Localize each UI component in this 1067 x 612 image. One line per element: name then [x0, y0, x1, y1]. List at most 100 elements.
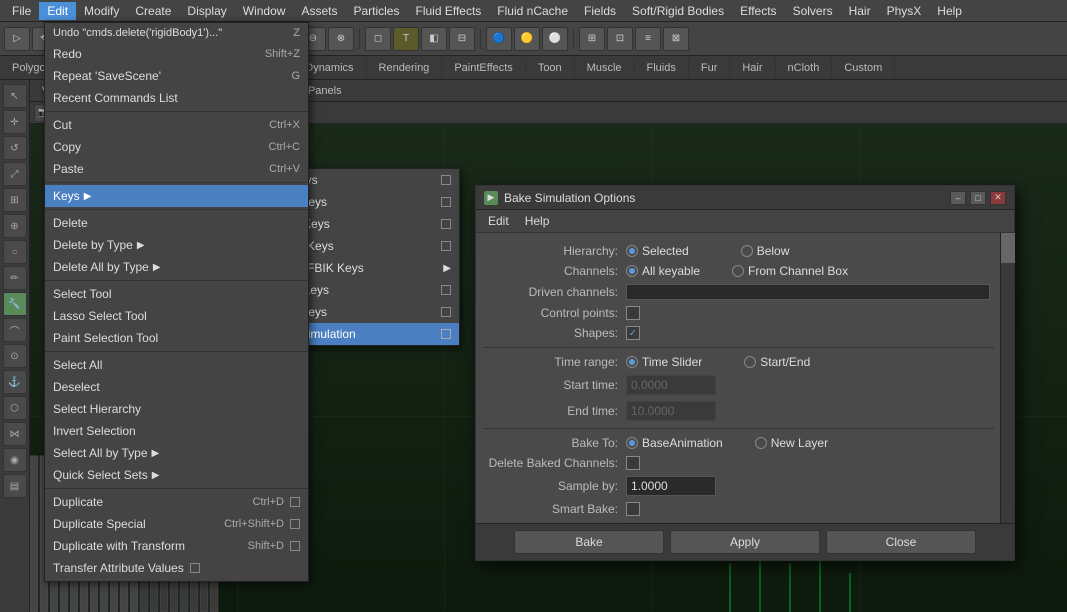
menu-delete[interactable]: Delete [45, 212, 308, 234]
menu-fluid-effects[interactable]: Fluid Effects [407, 2, 489, 20]
menu-paint-selection[interactable]: Paint Selection Tool [45, 327, 308, 349]
snap-keys-option[interactable] [441, 307, 451, 317]
tab-painteffects[interactable]: PaintEffects [442, 58, 526, 78]
dup-special-option[interactable] [290, 519, 300, 529]
menu-select-all-by-type[interactable]: Select All by Type ▶ [45, 442, 308, 464]
transfer-option[interactable] [190, 563, 200, 573]
sidebar-lattice-icon[interactable]: ⬡ [3, 396, 27, 420]
menu-transfer-attr[interactable]: Transfer Attribute Values [45, 557, 308, 579]
menu-redo[interactable]: Redo Shift+Z [45, 43, 308, 65]
menu-soft-rigid[interactable]: Soft/Rigid Bodies [624, 2, 732, 20]
toolbar-btn-13[interactable]: ◻ [365, 27, 391, 51]
end-time-input[interactable] [626, 401, 716, 421]
sidebar-paint-icon[interactable]: ✏ [3, 266, 27, 290]
close-button[interactable]: Close [826, 530, 976, 554]
menu-duplicate[interactable]: Duplicate Ctrl+D [45, 491, 308, 513]
menu-duplicate-special[interactable]: Duplicate Special Ctrl+Shift+D [45, 513, 308, 535]
menu-repeat[interactable]: Repeat 'SaveScene' G [45, 65, 308, 87]
menu-dup-transform[interactable]: Duplicate with Transform Shift+D [45, 535, 308, 557]
menu-recent-commands[interactable]: Recent Commands List [45, 87, 308, 109]
menu-select-all[interactable]: Select All [45, 354, 308, 376]
delete-keys-option[interactable] [441, 241, 451, 251]
paste-keys-option[interactable] [441, 219, 451, 229]
start-time-input[interactable] [626, 375, 716, 395]
apply-button[interactable]: Apply [670, 530, 820, 554]
sidebar-sculpt-icon[interactable]: ⋈ [3, 422, 27, 446]
menu-fields[interactable]: Fields [576, 2, 624, 20]
menu-edit[interactable]: Edit [39, 2, 76, 20]
dialog-menu-help[interactable]: Help [517, 212, 558, 230]
menu-solvers[interactable]: Solvers [785, 2, 841, 20]
menu-particles[interactable]: Particles [345, 2, 407, 20]
menu-modify[interactable]: Modify [76, 2, 127, 20]
time-slider-option[interactable]: Time Slider [626, 355, 702, 369]
dialog-maximize-btn[interactable]: □ [970, 191, 986, 205]
sidebar-snap-icon[interactable]: ⊕ [3, 214, 27, 238]
bake-button[interactable]: Bake [514, 530, 664, 554]
menu-paste[interactable]: Paste Ctrl+V [45, 158, 308, 180]
toolbar-btn-19[interactable]: ⚪ [542, 27, 568, 51]
hierarchy-selected-radio[interactable] [626, 245, 638, 257]
menu-undo[interactable]: Undo "cmds.delete('rigidBody1')..." Z [45, 23, 308, 43]
dialog-close-btn[interactable]: ✕ [990, 191, 1006, 205]
sidebar-transform-icon[interactable]: ⊞ [3, 188, 27, 212]
sidebar-render-icon[interactable]: ◉ [3, 448, 27, 472]
sample-by-input[interactable] [626, 476, 716, 496]
menu-fluid-ncache[interactable]: Fluid nCache [489, 2, 576, 20]
control-points-checkbox[interactable] [626, 306, 640, 320]
base-anim-radio[interactable] [626, 437, 638, 449]
sidebar-scale-icon[interactable]: ⤢ [3, 162, 27, 186]
tab-hair[interactable]: Hair [730, 58, 775, 78]
menu-assets[interactable]: Assets [293, 2, 345, 20]
tab-fur[interactable]: Fur [689, 58, 731, 78]
menu-window[interactable]: Window [235, 2, 294, 20]
dialog-menu-edit[interactable]: Edit [480, 212, 517, 230]
toolbar-btn-12[interactable]: ⊗ [328, 27, 354, 51]
sidebar-curve-icon[interactable]: ⌒ [3, 318, 27, 342]
toolbar-btn-17[interactable]: 🔵 [486, 27, 512, 51]
new-layer-radio[interactable] [755, 437, 767, 449]
toolbar-btn-23[interactable]: ⊠ [663, 27, 689, 51]
menu-create[interactable]: Create [127, 2, 179, 20]
toolbar-btn-22[interactable]: ≡ [635, 27, 661, 51]
new-layer-option[interactable]: New Layer [755, 436, 828, 450]
channels-all-option[interactable]: All keyable [626, 264, 700, 278]
hierarchy-below-option[interactable]: Below [741, 244, 790, 258]
menu-invert-selection[interactable]: Invert Selection [45, 420, 308, 442]
tab-toon[interactable]: Toon [526, 58, 575, 78]
menu-lasso-select[interactable]: Lasso Select Tool [45, 305, 308, 327]
sidebar-active-icon[interactable]: 🔧 [3, 292, 27, 316]
menu-deselect[interactable]: Deselect [45, 376, 308, 398]
copy-keys-option[interactable] [441, 197, 451, 207]
hierarchy-selected-option[interactable]: Selected [626, 244, 689, 258]
sidebar-joint-icon[interactable]: ⊙ [3, 344, 27, 368]
base-anim-option[interactable]: BaseAnimation [626, 436, 723, 450]
menu-delete-all-by-type[interactable]: Delete All by Type ▶ [45, 256, 308, 278]
menu-copy[interactable]: Copy Ctrl+C [45, 136, 308, 158]
start-end-option[interactable]: Start/End [744, 355, 810, 369]
smart-bake-checkbox[interactable] [626, 502, 640, 516]
menu-display[interactable]: Display [179, 2, 234, 20]
toolbar-btn-16[interactable]: ⊟ [449, 27, 475, 51]
sidebar-layer-icon[interactable]: ▤ [3, 474, 27, 498]
toolbar-btn-21[interactable]: ⊡ [607, 27, 633, 51]
driven-channels-field[interactable] [626, 284, 990, 300]
toolbar-btn-14[interactable]: T [393, 27, 419, 51]
toolbar-btn-18[interactable]: 🟡 [514, 27, 540, 51]
menu-quick-select-sets[interactable]: Quick Select Sets ▶ [45, 464, 308, 486]
channels-all-radio[interactable] [626, 265, 638, 277]
delete-baked-checkbox[interactable] [626, 456, 640, 470]
toolbar-btn-15[interactable]: ◧ [421, 27, 447, 51]
tab-muscle[interactable]: Muscle [575, 58, 635, 78]
tab-ncloth[interactable]: nCloth [776, 58, 833, 78]
menu-hair[interactable]: Hair [841, 2, 879, 20]
dialog-scrollbar[interactable] [1000, 233, 1014, 523]
sidebar-lasso-icon[interactable]: ○ [3, 240, 27, 264]
start-end-radio[interactable] [744, 356, 756, 368]
menu-help[interactable]: Help [929, 2, 970, 20]
time-slider-radio[interactable] [626, 356, 638, 368]
menu-effects[interactable]: Effects [732, 2, 784, 20]
menu-keys[interactable]: Keys ▶ [45, 185, 308, 207]
scrollbar-thumb[interactable] [1001, 233, 1015, 263]
sidebar-move-icon[interactable]: ✛ [3, 110, 27, 134]
